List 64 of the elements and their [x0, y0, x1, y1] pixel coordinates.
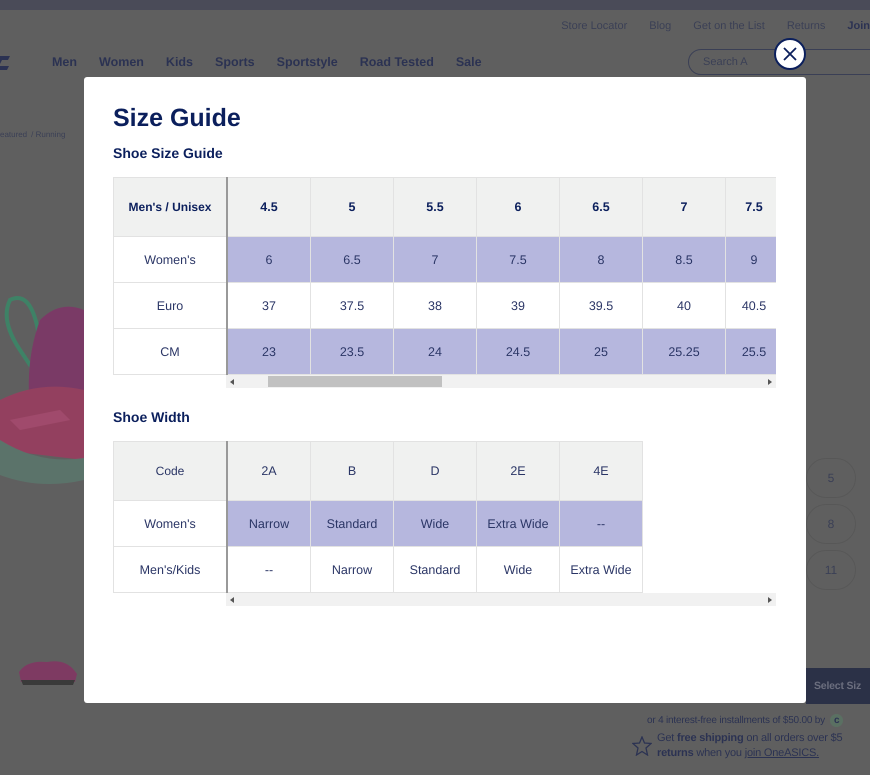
table-cell: --	[227, 546, 310, 592]
scroll-right-icon[interactable]	[768, 378, 772, 384]
column-header: B	[310, 442, 394, 500]
horizontal-scrollbar[interactable]	[226, 375, 776, 388]
scroll-left-icon[interactable]	[230, 378, 234, 384]
table-cell: 7.5	[476, 236, 560, 282]
close-icon	[783, 47, 797, 61]
table-cell: 8.5	[642, 236, 726, 282]
column-header: 4E	[560, 442, 642, 500]
table-cell: 37.5	[310, 282, 394, 328]
dialog-title: Size Guide	[113, 103, 242, 134]
column-header: 5.5	[394, 178, 476, 236]
column-header: Code	[114, 442, 227, 500]
table-cell: 24.5	[476, 328, 560, 374]
table-cell: Standard	[394, 546, 476, 592]
scroll-left-icon[interactable]	[230, 596, 234, 602]
column-header: 4.5	[227, 178, 310, 236]
column-header: 7.5	[726, 178, 776, 236]
table-cell: Extra Wide	[560, 546, 642, 592]
column-header: 5	[310, 178, 394, 236]
table-cell: Wide	[476, 546, 560, 592]
table-cell: 25	[560, 328, 642, 374]
table-cell: 39.5	[560, 282, 642, 328]
table-cell: Wide	[394, 500, 476, 546]
row-header: Women's	[114, 236, 227, 282]
section-heading: Shoe Size Guide	[113, 144, 224, 162]
table-cell: 24	[394, 328, 476, 374]
payment-badge: c	[830, 714, 844, 727]
table-cell: Narrow	[227, 500, 310, 546]
table-cell: 38	[394, 282, 476, 328]
table-cell: --	[560, 500, 642, 546]
table-cell: Standard	[310, 500, 394, 546]
table-cell: 23	[227, 328, 310, 374]
table-cell: 25.5	[726, 328, 776, 374]
column-header: 2E	[476, 442, 560, 500]
column-header: Men's / Unisex	[114, 178, 227, 236]
close-button[interactable]	[774, 38, 806, 70]
row-header: CM	[114, 328, 227, 374]
table-cell: 37	[227, 282, 310, 328]
horizontal-scrollbar[interactable]	[226, 593, 776, 606]
table-cell: 25.25	[642, 328, 726, 374]
scroll-right-icon[interactable]	[768, 596, 772, 602]
section-heading: Shoe Width	[113, 408, 191, 426]
column-header: 2A	[227, 442, 310, 500]
row-header: Euro	[114, 282, 227, 328]
table-cell: 6	[227, 236, 310, 282]
column-header: D	[394, 442, 476, 500]
star-icon	[632, 736, 652, 756]
table-cell: 40.5	[726, 282, 776, 328]
table-cell: 9	[726, 236, 776, 282]
column-header: 6	[476, 178, 560, 236]
table-cell: Narrow	[310, 546, 394, 592]
column-header: 6.5	[560, 178, 642, 236]
table-cell: 8	[560, 236, 642, 282]
table-cell: 6.5	[310, 236, 394, 282]
select-size-button[interactable]: Select Siz	[806, 668, 870, 704]
table-cell: Extra Wide	[476, 500, 560, 546]
table-cell: 7	[394, 236, 476, 282]
table-cell: 23.5	[310, 328, 394, 374]
row-header: Women's	[114, 500, 227, 546]
column-header: 7	[642, 178, 726, 236]
table-cell: 39	[476, 282, 560, 328]
table-cell: 40	[642, 282, 726, 328]
row-header: Men's/Kids	[114, 546, 227, 592]
